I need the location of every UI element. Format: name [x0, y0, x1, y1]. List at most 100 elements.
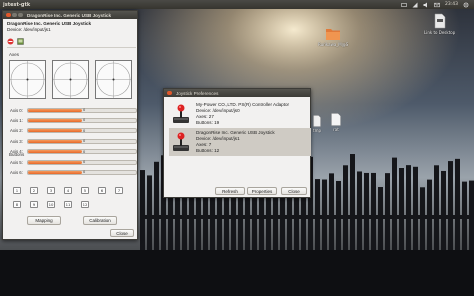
clock[interactable]: 23:43 [445, 2, 458, 7]
axis-row: Axis 3: 0 [10, 138, 137, 144]
joystick-button-indicator: 8 [13, 201, 21, 208]
dialog-titlebar[interactable]: Joystick Preferences [164, 89, 310, 97]
desktop-icon-label: rat [333, 127, 339, 132]
axis-progress-bar: 0 [27, 128, 137, 134]
network-icon[interactable] [412, 2, 418, 8]
axis-progress-fill [28, 160, 82, 164]
dialog-close-action-button[interactable]: Close [281, 187, 307, 195]
axis-value: 0 [83, 170, 86, 175]
joystick-button-indicator: 6 [98, 187, 106, 194]
axis-row: Axis 1: 0 [10, 117, 137, 123]
device-list-item[interactable]: DragonRise Inc. Generic USB Joystick Devi… [169, 128, 311, 156]
window-minimize-button[interactable] [12, 12, 17, 18]
file-icon [313, 115, 321, 127]
window-close-button[interactable] [6, 12, 11, 18]
window-titlebar[interactable]: DragonRise Inc. Generic USB Joystick [3, 11, 137, 19]
axis-xy-view [95, 60, 132, 99]
joystick-button-indicator: 4 [64, 187, 72, 194]
refresh-button[interactable]: Refresh [215, 187, 245, 195]
axis-value: 0 [83, 128, 86, 133]
joystick-button-indicator: 9 [30, 201, 38, 208]
axes-section-label: Axes [9, 52, 20, 57]
folder-icon [326, 29, 341, 40]
toolbar [7, 38, 136, 48]
axis-label: Axis 5: [10, 159, 23, 165]
axis-progress-fill [28, 170, 82, 174]
joystick-button-indicator: 1 [13, 187, 21, 194]
image-icon[interactable] [17, 38, 24, 47]
desktop-icon-label: Rurikawa_M@S [318, 42, 349, 47]
dialog-title: Joystick Preferences [176, 90, 219, 96]
preferences-dialog: Joystick Preferences My-Power CO.,LTD. P… [163, 88, 311, 198]
desktop-icon-label: Link to Desktop [424, 30, 456, 35]
axis-progress-bar: 0 [27, 138, 137, 144]
desktop-icon-link[interactable]: Link to Desktop [424, 13, 455, 35]
axis-xy-view [9, 60, 46, 99]
axis-row: Axis 0: 0 [10, 107, 137, 113]
axis-progress-bar: 0 [27, 149, 137, 155]
device-path: Device: /dev/input/js1 [7, 27, 51, 32]
window-title: DragonRise Inc. Generic USB Joystick [27, 12, 111, 18]
desktop-icon-label: tmp [313, 128, 322, 133]
system-tray: 23:43 [401, 2, 474, 8]
joystick-window: DragonRise Inc. Generic USB Joystick Dra… [2, 10, 138, 240]
top-panel: jstest-gtk 23:43 [0, 0, 474, 9]
mapping-button[interactable]: Mapping [27, 216, 61, 225]
axis-row: Axis 6: 0 [10, 169, 137, 175]
joystick-button-indicator: 2 [30, 187, 38, 194]
axis-row: Axis 4: 0 [10, 149, 137, 155]
calibration-button[interactable]: Calibration [83, 216, 117, 225]
joystick-button-indicator: 7 [115, 187, 123, 194]
joystick-icon [171, 131, 191, 153]
device-name: DragonRise Inc. Generic USB Joystick [7, 21, 91, 26]
joystick-button-indicator: 12 [81, 201, 89, 208]
device-list-item[interactable]: My-Power CO.,LTD. PS(R) Controller Adapt… [169, 100, 311, 128]
desktop-icon-rat[interactable]: rat [331, 113, 341, 132]
axis-value: 0 [83, 160, 86, 164]
dialog-close-button[interactable] [167, 90, 172, 96]
device-info: My-Power CO.,LTD. PS(R) Controller Adapt… [196, 102, 289, 126]
joystick-button-indicator: 3 [47, 187, 55, 194]
joystick-icon [171, 103, 191, 125]
axis-progress-bar: 0 [27, 107, 137, 113]
axis-progress-bar: 0 [27, 169, 137, 175]
no-entry-icon[interactable] [7, 38, 14, 47]
axis-value: 0 [83, 149, 86, 154]
device-info: DragonRise Inc. Generic USB Joystick Devi… [196, 130, 275, 154]
properties-button[interactable]: Properties [247, 187, 277, 195]
axis-value: 0 [83, 139, 86, 144]
axis-progress-fill [28, 150, 82, 154]
close-button[interactable]: Close [110, 229, 134, 237]
axis-label: Axis 0: [10, 107, 23, 113]
document-icon [434, 13, 445, 29]
volume-icon[interactable] [423, 2, 429, 8]
axis-row: Axis 2: 0 [10, 128, 137, 134]
window-maximize-button[interactable] [18, 12, 23, 18]
keyboard-layout-icon[interactable] [401, 2, 407, 8]
file-icon [331, 113, 341, 126]
desktop-icon-tmp[interactable]: tmp [313, 115, 321, 133]
axis-value: 0 [83, 108, 86, 112]
axis-progress-bar: 0 [27, 159, 137, 165]
axis-row: Axis 5: 0 [10, 159, 137, 165]
axis-progress-fill [28, 129, 82, 133]
axis-progress-fill [28, 118, 82, 122]
desktop-icon-folder[interactable]: Rurikawa_M@S [318, 27, 348, 47]
axis-progress-fill [28, 108, 82, 112]
buttons-section-label: Buttons [9, 152, 25, 157]
axis-value: 0 [83, 118, 86, 123]
mail-icon[interactable] [434, 2, 440, 8]
axis-progress-bar: 0 [27, 117, 137, 123]
axis-label: Axis 2: [10, 128, 23, 134]
axis-progress-fill [28, 139, 82, 143]
app-title: jstest-gtk [3, 1, 31, 8]
device-buttons: Buttons: 19 [196, 120, 220, 125]
axis-label: Axis 1: [10, 117, 23, 123]
axis-label: Axis 3: [10, 138, 23, 144]
device-buttons: Buttons: 12 [196, 148, 220, 153]
joystick-button-indicator: 10 [47, 201, 55, 208]
joystick-button-indicator: 5 [81, 187, 89, 194]
axis-label: Axis 6: [10, 169, 23, 175]
power-gear-icon[interactable] [463, 2, 469, 8]
joystick-button-indicator: 11 [64, 201, 72, 208]
